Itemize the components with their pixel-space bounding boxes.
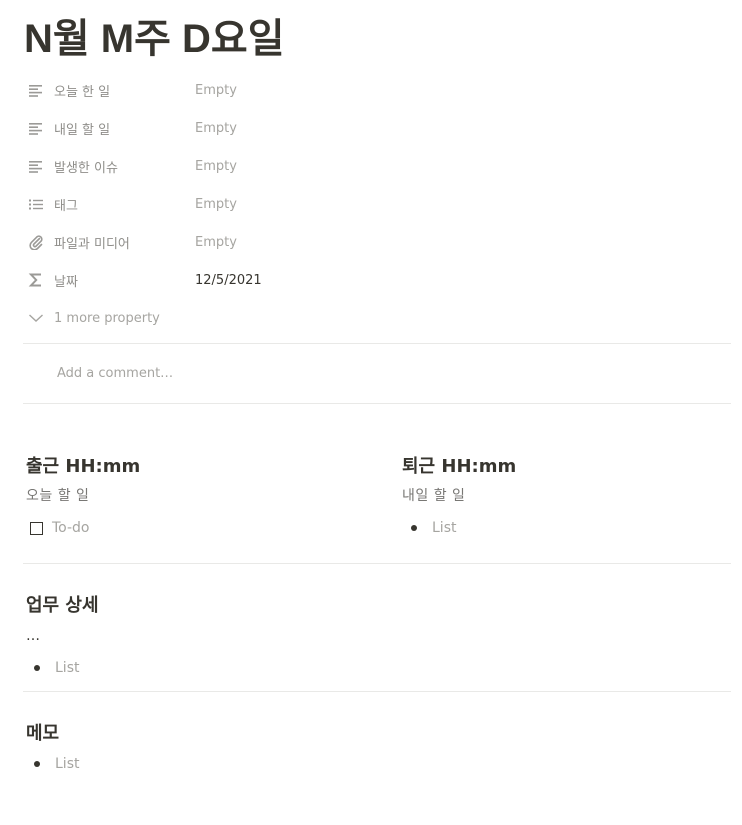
property-date[interactable]: 날짜 12/5/2021	[24, 261, 730, 299]
list-placeholder: List	[432, 520, 457, 536]
property-name: 발생한 이슈	[24, 157, 195, 176]
property-value[interactable]: Empty	[195, 235, 237, 250]
divider	[23, 691, 731, 692]
bullet-icon	[411, 525, 417, 531]
property-value[interactable]: Empty	[195, 83, 237, 98]
heading-clock-out[interactable]: 퇴근 HH:mm	[402, 452, 516, 478]
list-icon	[28, 196, 44, 212]
heading-work-details[interactable]: 업무 상세	[26, 591, 99, 617]
property-label: 내일 할 일	[54, 122, 111, 138]
divider	[23, 563, 731, 564]
heading-memo[interactable]: 메모	[26, 719, 59, 745]
divider	[23, 343, 731, 344]
property-files-media[interactable]: 파일과 미디어 Empty	[24, 223, 730, 261]
subheading-today-todo[interactable]: 오늘 할 일	[26, 485, 89, 505]
property-tomorrow-todo[interactable]: 내일 할 일 Empty	[24, 109, 730, 147]
notion-page: N월 M주 D요일 오늘 한 일 Empty 내일 할 일 Empty 발생한 …	[0, 0, 742, 825]
list-item[interactable]: List	[34, 660, 79, 676]
details-text[interactable]: …	[26, 628, 40, 644]
text-lines-icon	[28, 82, 44, 98]
list-placeholder: List	[55, 660, 80, 676]
property-label: 오늘 한 일	[54, 84, 111, 100]
page-title[interactable]: N월 M주 D요일	[24, 10, 285, 68]
sigma-icon	[28, 272, 44, 288]
todo-item[interactable]: To-do	[30, 520, 90, 536]
paperclip-icon	[28, 234, 44, 250]
more-properties-toggle[interactable]: 1 more property	[24, 299, 730, 337]
text-lines-icon	[28, 120, 44, 136]
bullet-icon	[34, 761, 40, 767]
todo-checkbox[interactable]	[30, 521, 43, 535]
property-value[interactable]: 12/5/2021	[195, 273, 262, 288]
properties-panel: 오늘 한 일 Empty 내일 할 일 Empty 발생한 이슈 Empty 태…	[24, 71, 730, 337]
bullet-icon	[34, 665, 40, 671]
chevron-down-icon	[28, 310, 44, 326]
property-label: 태그	[54, 198, 78, 214]
text-lines-icon	[28, 158, 44, 174]
property-label: 발생한 이슈	[54, 160, 118, 176]
property-name: 날짜	[24, 271, 195, 290]
property-tags[interactable]: 태그 Empty	[24, 185, 730, 223]
property-name: 내일 할 일	[24, 119, 195, 138]
heading-clock-in[interactable]: 출근 HH:mm	[26, 452, 140, 478]
property-label: 파일과 미디어	[54, 236, 130, 252]
list-item[interactable]: List	[411, 520, 456, 536]
subheading-tomorrow-todo[interactable]: 내일 할 일	[402, 485, 465, 505]
property-today-done[interactable]: 오늘 한 일 Empty	[24, 71, 730, 109]
property-value[interactable]: Empty	[195, 159, 237, 174]
todo-placeholder: To-do	[52, 520, 90, 536]
property-value[interactable]: Empty	[195, 197, 237, 212]
divider	[23, 403, 731, 404]
property-value[interactable]: Empty	[195, 121, 237, 136]
property-name: 파일과 미디어	[24, 233, 195, 252]
comment-input[interactable]: Add a comment…	[57, 366, 173, 381]
property-issues[interactable]: 발생한 이슈 Empty	[24, 147, 730, 185]
more-properties-label: 1 more property	[54, 310, 160, 326]
property-name: 오늘 한 일	[24, 81, 195, 100]
property-label: 날짜	[54, 274, 78, 290]
property-name: 태그	[24, 195, 195, 214]
list-item[interactable]: List	[34, 756, 79, 772]
list-placeholder: List	[55, 756, 80, 772]
